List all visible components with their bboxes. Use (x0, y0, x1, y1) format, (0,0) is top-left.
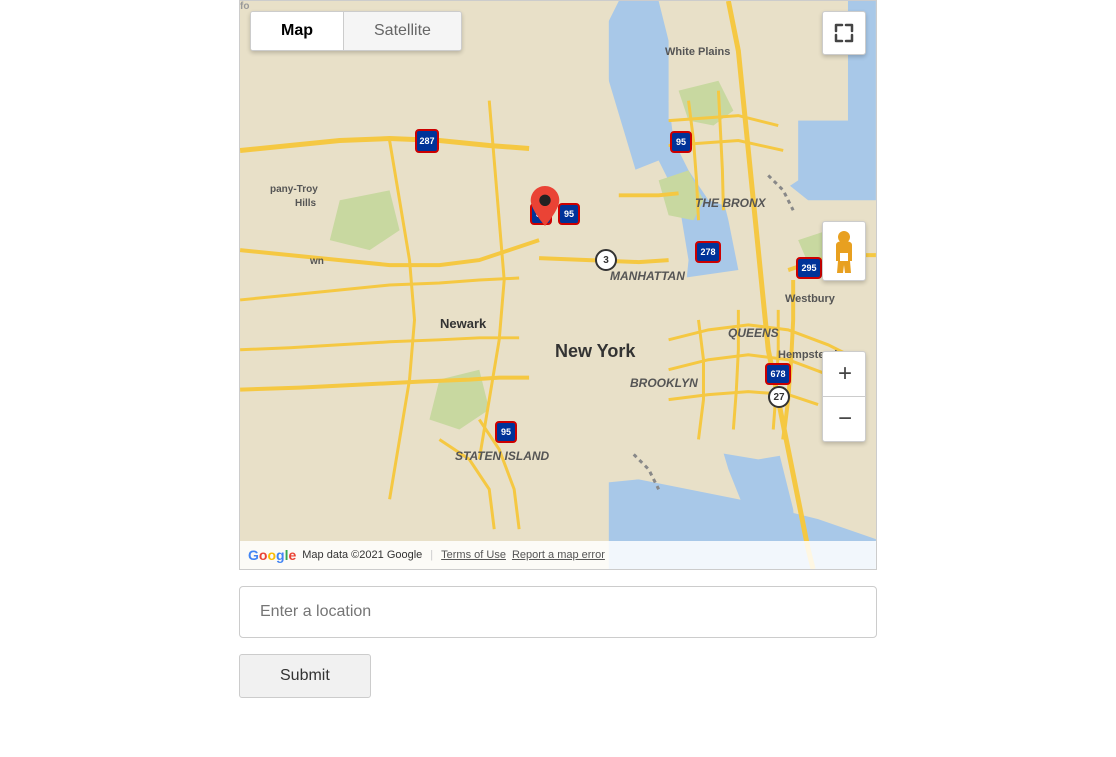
report-error-link[interactable]: Report a map error (512, 549, 605, 561)
label-manhattan: MANHATTAN (610, 269, 685, 283)
zoom-in-button[interactable]: + (823, 352, 867, 396)
map-tab-map[interactable]: Map (251, 12, 343, 50)
zoom-out-button[interactable]: − (823, 397, 867, 441)
fullscreen-icon (834, 23, 854, 43)
fullscreen-button[interactable] (822, 11, 866, 55)
zoom-controls: + − (822, 351, 866, 442)
label-wn: wn (310, 256, 324, 267)
label-fo: fo (240, 1, 249, 12)
google-logo: Google (248, 547, 296, 563)
map-footer: Google Map data ©2021 Google | Terms of … (240, 541, 876, 569)
label-brooklyn: BROOKLYN (630, 376, 698, 390)
submit-button[interactable]: Submit (239, 654, 371, 698)
highway-badge-3: 3 (595, 249, 617, 271)
pegman-icon (830, 229, 858, 273)
label-pany-troy: pany-Troy (270, 184, 318, 195)
map-copyright: Map data ©2021 Google (302, 549, 422, 561)
terms-of-use-link[interactable]: Terms of Use (441, 549, 506, 561)
highway-badge-278: 278 (695, 241, 721, 263)
label-staten-island: STATEN ISLAND (455, 449, 549, 463)
street-view-button[interactable] (822, 221, 866, 281)
map-container: 287 95 80 95 3 278 295 678 27 95 White P… (239, 0, 877, 570)
label-new-york: New York (555, 341, 635, 362)
label-newark: Newark (440, 316, 486, 331)
map-view-controls: Map Satellite (250, 11, 462, 51)
map-svg (240, 1, 876, 569)
label-hills: Hills (295, 198, 316, 209)
map-background: 287 95 80 95 3 278 295 678 27 95 White P… (240, 1, 876, 569)
submit-container: Submit (239, 654, 877, 738)
page-container: 287 95 80 95 3 278 295 678 27 95 White P… (0, 0, 1116, 738)
highway-badge-295: 295 (796, 257, 822, 279)
map-pin (530, 186, 560, 226)
label-westbury: Westbury (785, 293, 835, 305)
label-white-plains: White Plains (665, 46, 730, 58)
location-input-container (239, 586, 877, 638)
highway-badge-287: 287 (415, 129, 439, 153)
location-input[interactable] (239, 586, 877, 638)
highway-badge-27: 27 (768, 386, 790, 408)
highway-badge-95-ne: 95 (670, 131, 692, 153)
label-queens: QUEENS (728, 326, 779, 340)
highway-badge-678: 678 (765, 363, 791, 385)
map-tab-satellite[interactable]: Satellite (344, 12, 461, 50)
label-bronx: THE BRONX (695, 196, 766, 210)
highway-badge-95-si: 95 (495, 421, 517, 443)
highway-badge-95-bronx: 95 (558, 203, 580, 225)
